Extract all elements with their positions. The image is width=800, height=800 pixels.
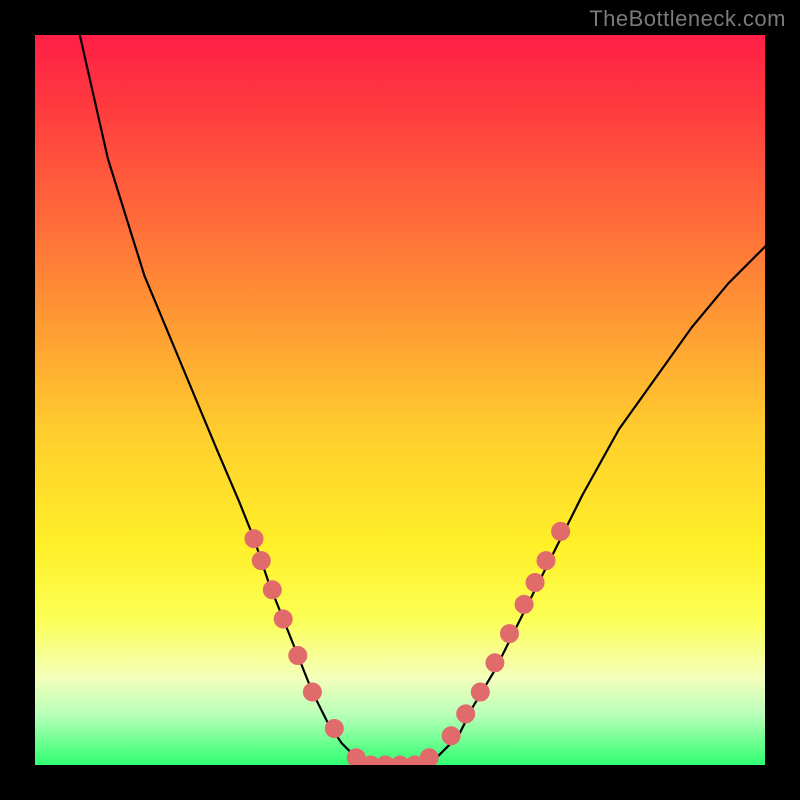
curve-marker — [252, 552, 270, 570]
curve-marker — [420, 749, 438, 765]
curve-marker — [303, 683, 321, 701]
curve-marker — [457, 705, 475, 723]
curve-marker — [501, 625, 519, 643]
curve-marker — [442, 727, 460, 745]
curve-marker — [263, 581, 281, 599]
watermark-text: TheBottleneck.com — [589, 6, 786, 32]
chart-frame: TheBottleneck.com — [0, 0, 800, 800]
bottleneck-curve — [35, 35, 765, 765]
curve-marker — [552, 522, 570, 540]
curve-marker — [245, 530, 263, 548]
curve-marker — [537, 552, 555, 570]
bottleneck-chart-svg — [35, 35, 765, 765]
curve-marker — [471, 683, 489, 701]
curve-marker — [526, 574, 544, 592]
curve-marker — [325, 720, 343, 738]
plot-area — [35, 35, 765, 765]
curve-marker — [289, 647, 307, 665]
curve-marker — [486, 654, 504, 672]
curve-marker — [274, 610, 292, 628]
curve-marker — [515, 595, 533, 613]
